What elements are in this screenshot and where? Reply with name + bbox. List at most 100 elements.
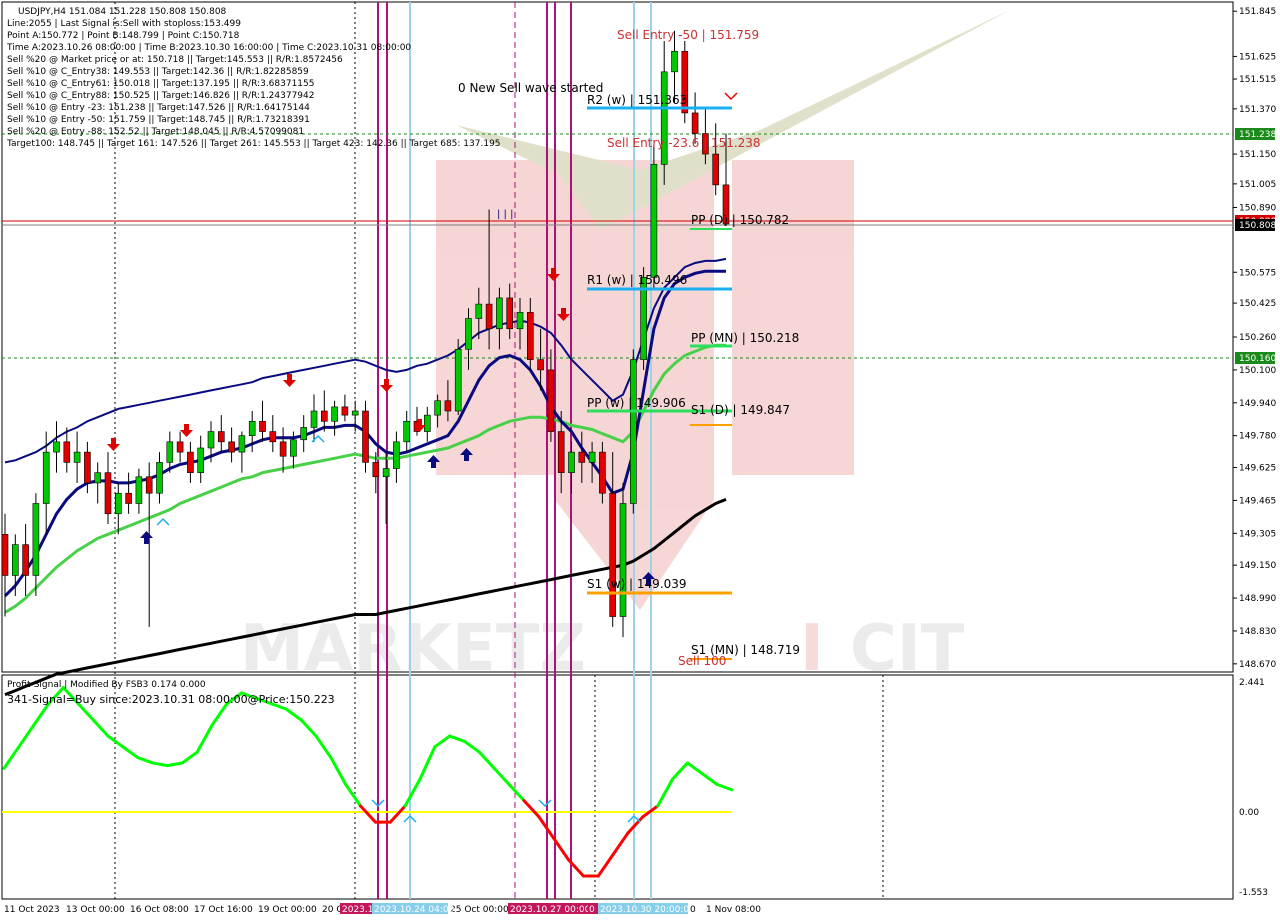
candle-body xyxy=(650,164,658,278)
candle-body xyxy=(290,439,297,457)
candle-body xyxy=(331,406,338,422)
candle-body xyxy=(423,414,431,432)
header-line: Target100: 148.745 || Target 161: 147.52… xyxy=(6,139,501,149)
time-box: 2023.1 xyxy=(342,905,374,915)
candle-body xyxy=(362,410,369,463)
candle-body xyxy=(609,492,617,617)
candle-body xyxy=(228,441,235,453)
candle-body xyxy=(300,427,308,441)
time-label: 11 Oct 2023 xyxy=(4,905,60,915)
green-level-label: 151.238 xyxy=(1239,130,1276,140)
candle-body xyxy=(691,112,699,134)
time-box: 0 xyxy=(589,905,595,915)
indicator-signal: 341-Signal=Buy since:2023.10.31 08:00:00… xyxy=(7,693,335,706)
price-tick-label: 149.625 xyxy=(1239,464,1276,474)
price-tick-label: 150.425 xyxy=(1239,299,1276,309)
candle-body xyxy=(434,400,441,416)
candle-body xyxy=(63,441,71,463)
header-line: Point A:150.772 | Point B:148.799 | Poin… xyxy=(7,31,240,41)
candle-body xyxy=(125,492,132,504)
candle-body xyxy=(218,431,225,443)
candle-body xyxy=(259,420,266,432)
candle-body xyxy=(629,359,637,504)
osc-axis-top: 2.441 xyxy=(1239,678,1265,688)
candle-body xyxy=(12,544,19,576)
candle-body xyxy=(279,441,287,457)
candle-body xyxy=(135,476,143,504)
time-box: 2023.10.24 04:00 xyxy=(374,905,455,915)
candle-body xyxy=(32,503,40,576)
price-tick-label: 151.845 xyxy=(1239,7,1276,17)
candle-body xyxy=(73,451,81,463)
header-line: Sell %10 @ Entry -23: 151.238 || Target:… xyxy=(7,103,310,113)
price-tick-label: 151.150 xyxy=(1239,150,1276,160)
candle-body xyxy=(207,431,215,449)
price-tick-label: 151.370 xyxy=(1239,105,1276,115)
price-tick-label: 149.305 xyxy=(1239,529,1276,539)
s1d-label: S1 (D) | 149.847 xyxy=(691,403,790,417)
header-line: Sell %20 @ Entry -88: 152.52 || Target:1… xyxy=(7,127,304,137)
header-symbol: USDJPY,H4 151.084 151.228 150.808 150.80… xyxy=(18,7,227,17)
candle-body xyxy=(176,441,184,453)
candle-body xyxy=(269,431,277,443)
price-chart[interactable]: MARKETZ I CIT 0 New Sell wave started Se… xyxy=(0,0,1280,920)
header-line: Line:2055 | Last Signal is:Sell with sto… xyxy=(7,19,241,29)
header-line: Sell %20 @ Market price or at: 150.718 |… xyxy=(7,55,343,65)
bars-marker: | | | xyxy=(497,209,513,220)
candle-body xyxy=(454,349,462,412)
osc-axis-zero: 0.00 xyxy=(1239,808,1259,818)
time-label: 17 Oct 16:00 xyxy=(194,905,253,915)
ppw-label: PP (w) | 149.906 xyxy=(587,396,686,410)
candle-body xyxy=(238,435,246,453)
current-price-label: 150.808 xyxy=(1239,221,1276,231)
indicator-pane-frame xyxy=(1,674,1234,900)
candle-body xyxy=(475,303,483,319)
svg-text:MARKETZ: MARKETZ xyxy=(240,612,586,686)
price-tick-label: 150.575 xyxy=(1239,268,1276,278)
candle-body xyxy=(1,534,9,576)
candle-body xyxy=(496,297,503,330)
candle-body xyxy=(403,420,411,443)
candle-body xyxy=(526,312,534,360)
header-line: Sell %10 @ C_Entry38: 149.553 || Target:… xyxy=(7,67,309,77)
price-tick-label: 149.465 xyxy=(1239,496,1276,506)
candle-body xyxy=(320,410,328,422)
candle-body xyxy=(104,472,112,515)
candle-body xyxy=(382,468,390,478)
price-labels: 151.238 150.880 150.808 150.160 xyxy=(1235,128,1276,364)
candle-body xyxy=(156,462,163,494)
candle-body xyxy=(599,451,606,494)
svg-text:I: I xyxy=(800,612,824,686)
r2w-label: R2 (w) | 151.363 xyxy=(587,93,687,107)
candle-body xyxy=(197,447,204,473)
osc-axis-bottom: -1.553 xyxy=(1239,888,1268,898)
indicator-title: Profit-Signal | Modified By FSB3 0.174 0… xyxy=(7,680,206,690)
price-tick-label: 149.780 xyxy=(1239,432,1276,442)
candle-body xyxy=(465,318,472,350)
price-tick-label: 151.005 xyxy=(1239,180,1276,190)
candle-body xyxy=(444,400,452,412)
price-tick-label: 148.990 xyxy=(1239,594,1276,604)
candle-body xyxy=(578,451,586,463)
candle-body xyxy=(619,503,627,617)
candle-body xyxy=(248,420,256,436)
header-line: Time A:2023.10.26 08:00:00 | Time B:2023… xyxy=(6,43,411,53)
header-line: Sell %10 @ C_Entry61: 150.018 || Target:… xyxy=(7,79,315,89)
candle-body xyxy=(94,472,101,484)
candle-body xyxy=(187,451,194,473)
svg-text:CIT: CIT xyxy=(850,612,965,686)
price-tick-label: 150.100 xyxy=(1239,366,1276,376)
r1w-label: R1 (w) | 150.496 xyxy=(587,273,687,287)
candle-body xyxy=(537,359,544,371)
time-box: 2023.10.30 20:00:00 xyxy=(600,905,695,915)
price-tick-label: 151.625 xyxy=(1239,52,1276,62)
time-label: 1 Nov 08:00 xyxy=(706,905,761,915)
candle-body xyxy=(712,153,720,186)
candle-body xyxy=(42,451,50,504)
wave-label: 0 New Sell wave started xyxy=(458,81,603,95)
header-line: Sell %10 @ Entry -50: 151.759 || Target:… xyxy=(7,115,310,125)
candle-body xyxy=(557,431,565,473)
time-box: 2023.10.27 00:00 xyxy=(510,905,591,915)
time-box: 0 xyxy=(690,905,696,915)
price-tick-label: 151.515 xyxy=(1239,75,1276,85)
